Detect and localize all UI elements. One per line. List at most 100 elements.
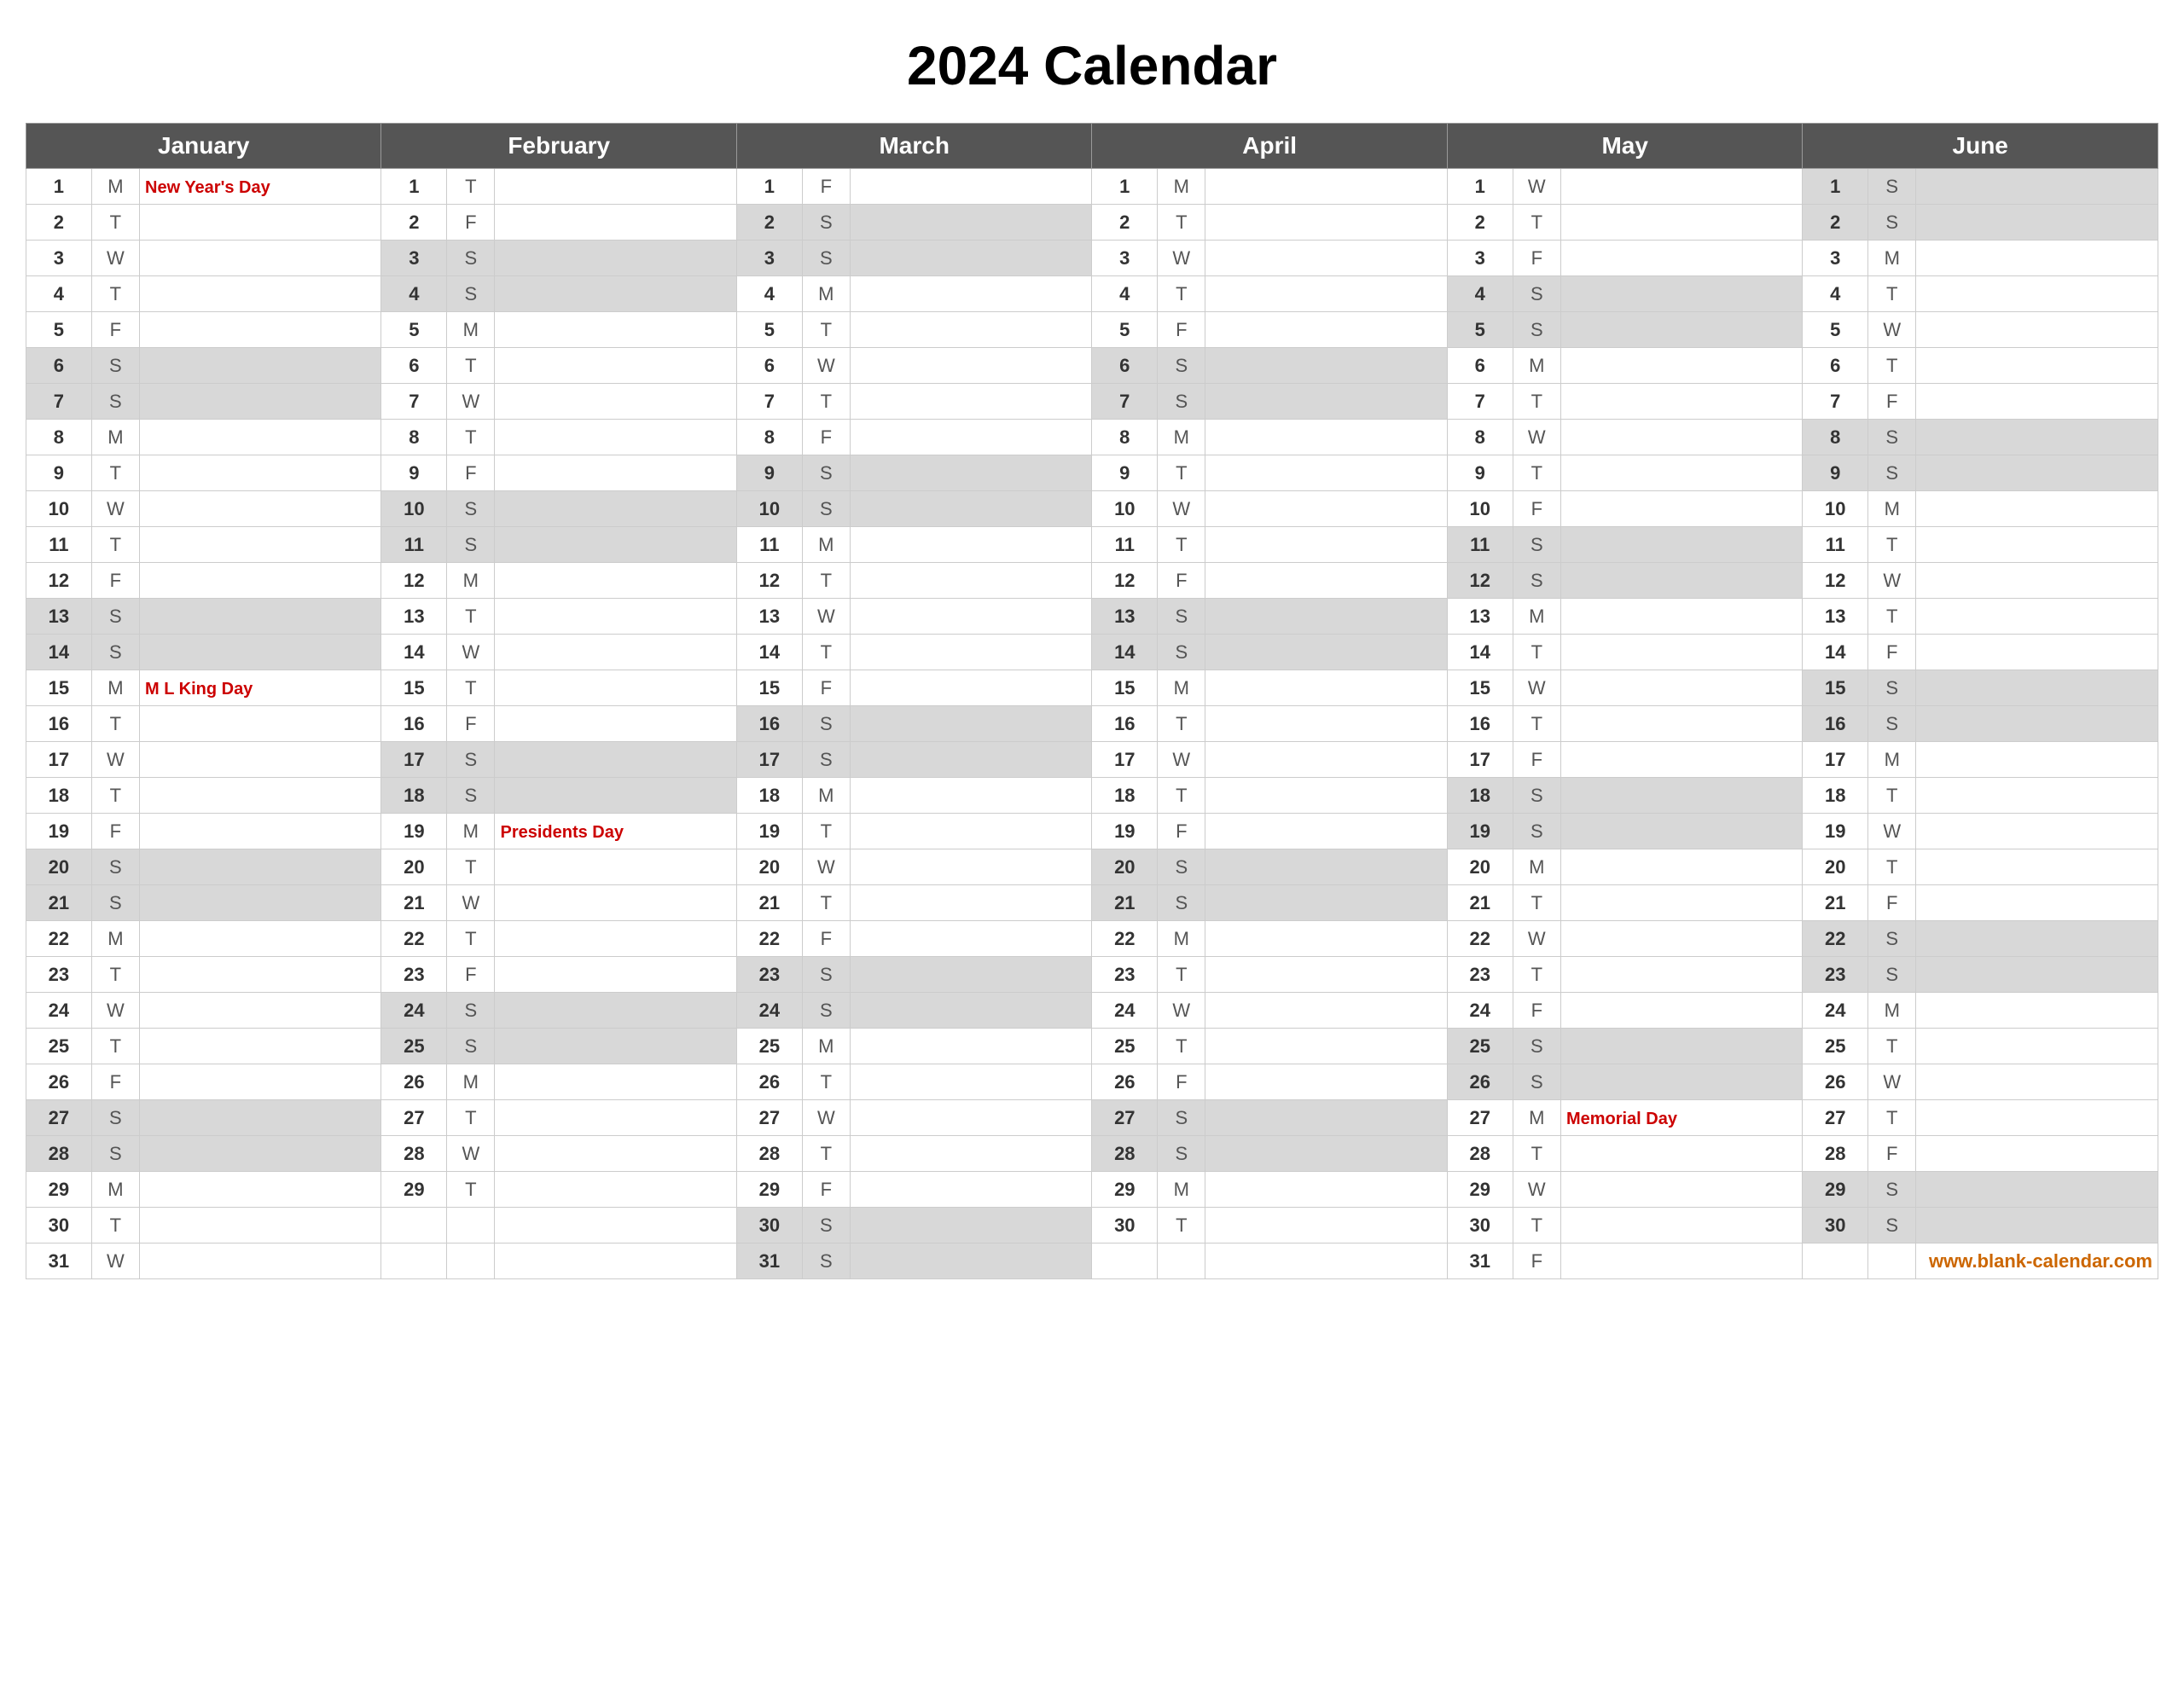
event-cell <box>1916 706 2158 742</box>
event-cell <box>1205 312 1447 348</box>
day-letter: S <box>1513 778 1560 814</box>
event-cell <box>850 957 1091 993</box>
event-cell <box>1205 1136 1447 1172</box>
day-number: 4 <box>1092 276 1158 312</box>
event-cell <box>1560 885 1802 921</box>
event-cell <box>1560 635 1802 670</box>
day-number: 19 <box>381 814 447 849</box>
day-letter: T <box>1868 1100 1916 1136</box>
event-cell <box>850 742 1091 778</box>
day-number: 14 <box>736 635 802 670</box>
event-cell <box>495 563 736 599</box>
day-letter: T <box>802 384 850 420</box>
calendar-row: 9T9F9S9T9T9S <box>26 455 2158 491</box>
day-letter: W <box>1513 921 1560 957</box>
event-cell <box>850 241 1091 276</box>
day-number: 17 <box>26 742 92 778</box>
holiday-text: Presidents Day <box>500 823 624 842</box>
day-letter: S <box>802 491 850 527</box>
day-letter: F <box>1158 312 1205 348</box>
day-number: 16 <box>1092 706 1158 742</box>
day-number: 2 <box>26 205 92 241</box>
day-number: 29 <box>1803 1172 1868 1208</box>
day-number: 30 <box>736 1208 802 1244</box>
event-cell <box>1560 563 1802 599</box>
day-letter: F <box>447 455 495 491</box>
day-number: 10 <box>26 491 92 527</box>
event-cell <box>1205 420 1447 455</box>
day-number: 12 <box>1092 563 1158 599</box>
calendar-row: 30T30S30T30T30S <box>26 1208 2158 1244</box>
day-letter: S <box>802 455 850 491</box>
day-number: 16 <box>1447 706 1513 742</box>
day-number: 1 <box>1803 169 1868 205</box>
event-cell <box>495 455 736 491</box>
event-cell <box>1205 778 1447 814</box>
day-number: 6 <box>26 348 92 384</box>
day-letter: S <box>91 885 139 921</box>
event-cell <box>1916 635 2158 670</box>
day-letter: T <box>1868 348 1916 384</box>
day-letter: M <box>802 527 850 563</box>
day-number: 9 <box>736 455 802 491</box>
event-cell <box>495 778 736 814</box>
day-number: 21 <box>26 885 92 921</box>
day-number: 6 <box>1803 348 1868 384</box>
event-cell <box>1560 420 1802 455</box>
day-letter: S <box>1868 957 1916 993</box>
event-cell <box>1916 1029 2158 1064</box>
day-letter: F <box>1513 241 1560 276</box>
event-cell <box>850 993 1091 1029</box>
event-cell <box>1916 921 2158 957</box>
day-number: 24 <box>1447 993 1513 1029</box>
day-number: 16 <box>381 706 447 742</box>
event-cell <box>850 455 1091 491</box>
day-letter: T <box>802 563 850 599</box>
event-cell <box>1916 993 2158 1029</box>
day-number: 20 <box>26 849 92 885</box>
day-number: 5 <box>1803 312 1868 348</box>
event-cell <box>495 1064 736 1100</box>
day-letter: S <box>1868 455 1916 491</box>
day-letter: T <box>1868 599 1916 635</box>
day-number: 17 <box>1803 742 1868 778</box>
day-letter: S <box>91 849 139 885</box>
day-number: 12 <box>736 563 802 599</box>
day-letter: S <box>1513 1064 1560 1100</box>
event-cell <box>495 993 736 1029</box>
day-number: 26 <box>1447 1064 1513 1100</box>
event-cell <box>1560 205 1802 241</box>
day-number: 19 <box>736 814 802 849</box>
day-letter: S <box>1513 312 1560 348</box>
day-letter: T <box>91 1029 139 1064</box>
day-letter: T <box>802 312 850 348</box>
day-letter: W <box>1158 993 1205 1029</box>
event-cell <box>1205 527 1447 563</box>
day-letter: S <box>91 348 139 384</box>
day-letter: S <box>802 1244 850 1279</box>
day-letter: S <box>1868 420 1916 455</box>
event-cell <box>1205 849 1447 885</box>
calendar-row: 10W10S10S10W10F10M <box>26 491 2158 527</box>
event-cell <box>1560 1208 1802 1244</box>
day-number: 26 <box>26 1064 92 1100</box>
day-letter: M <box>1158 169 1205 205</box>
day-number: 31 <box>26 1244 92 1279</box>
day-letter: T <box>802 1136 850 1172</box>
day-letter: M <box>91 420 139 455</box>
event-cell <box>850 706 1091 742</box>
day-number: 9 <box>26 455 92 491</box>
event-cell <box>495 921 736 957</box>
day-number: 27 <box>1803 1100 1868 1136</box>
day-letter: T <box>802 814 850 849</box>
event-cell <box>1560 348 1802 384</box>
day-number: 13 <box>1447 599 1513 635</box>
day-number: 13 <box>1092 599 1158 635</box>
day-number: 14 <box>1447 635 1513 670</box>
empty-cell <box>495 1208 736 1244</box>
event-cell <box>495 384 736 420</box>
day-letter: F <box>802 169 850 205</box>
event-cell <box>140 957 381 993</box>
day-number: 5 <box>1092 312 1158 348</box>
day-number: 23 <box>736 957 802 993</box>
